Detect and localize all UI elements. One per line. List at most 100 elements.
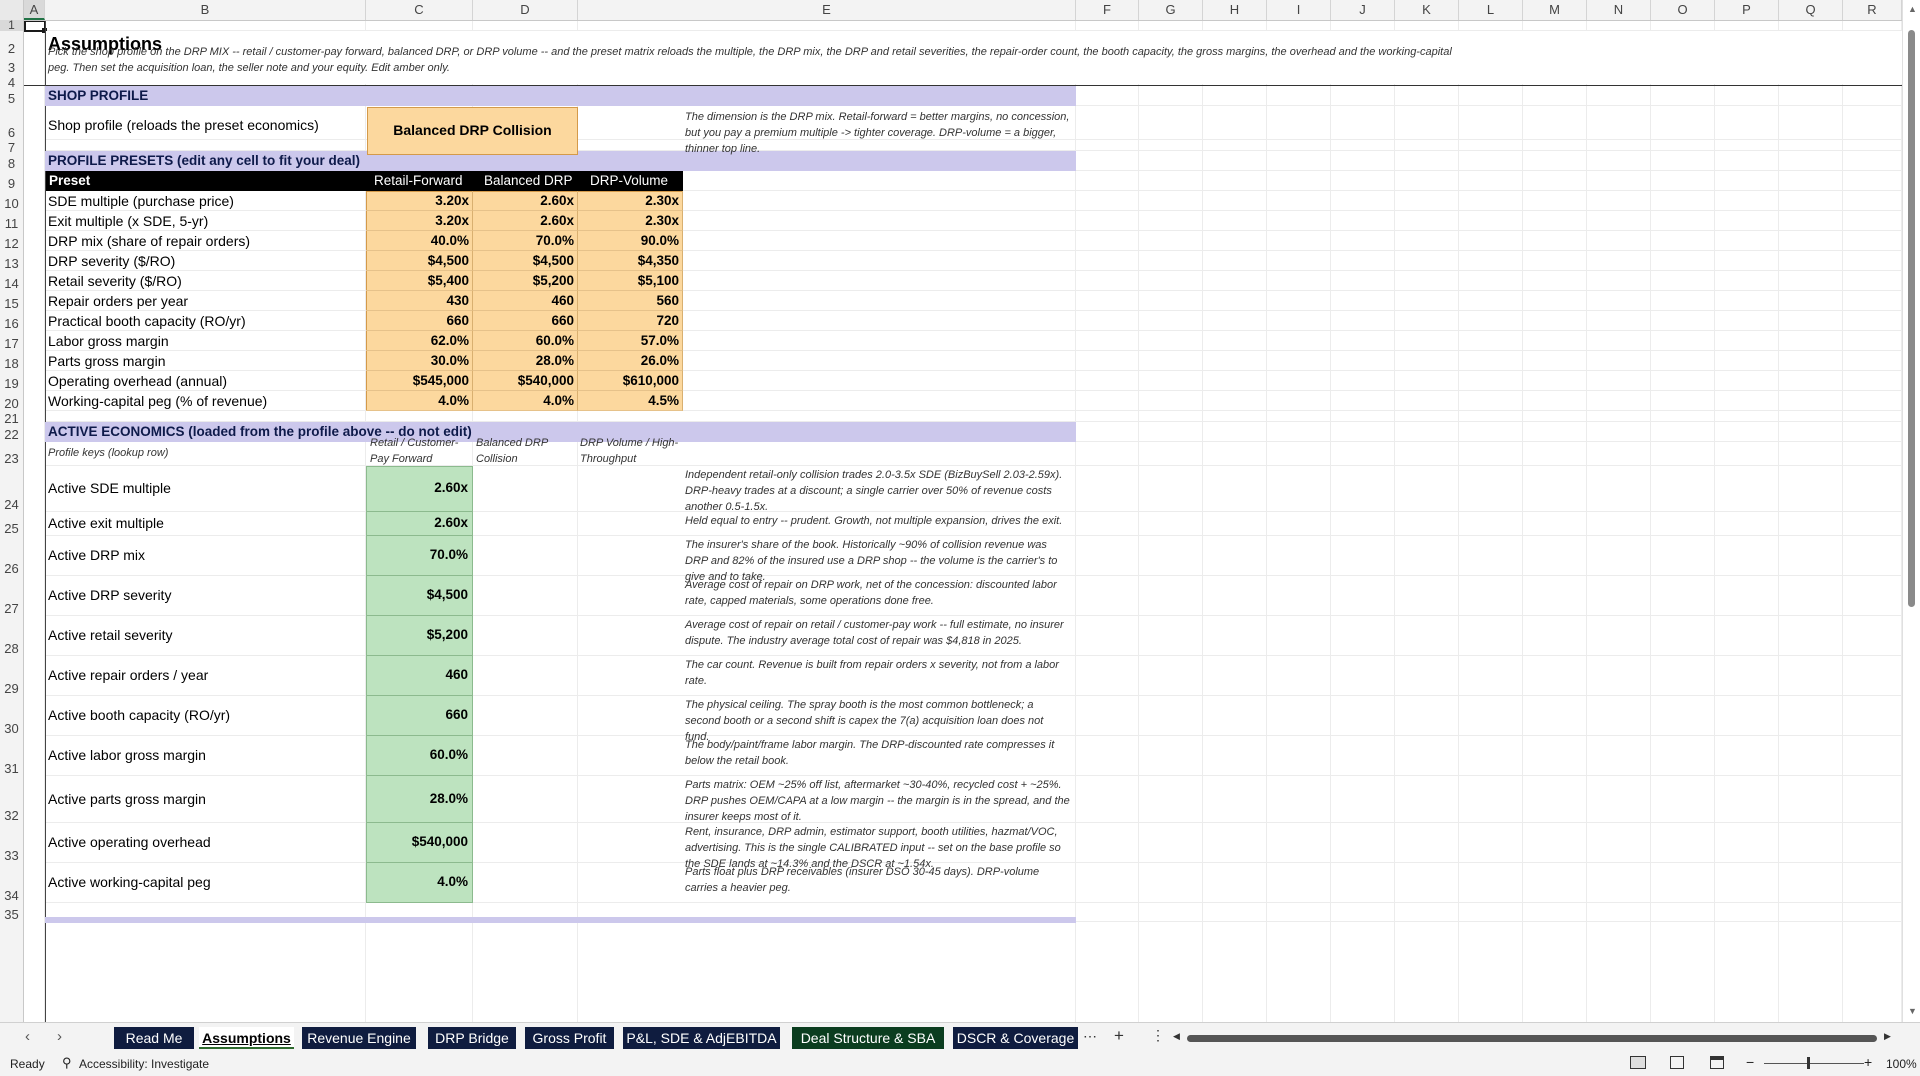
preset-cell[interactable]: 26.0% — [578, 351, 683, 371]
preset-value[interactable]: $540,000 — [518, 373, 574, 388]
preset-value[interactable]: $545,000 — [413, 373, 469, 388]
preset-cell[interactable]: $5,100 — [578, 271, 683, 291]
tab-drp-bridge[interactable]: DRP Bridge — [428, 1027, 516, 1049]
row-header-4[interactable]: 4 — [0, 75, 23, 90]
preset-value[interactable]: 4.5% — [648, 393, 679, 408]
preset-value[interactable]: 460 — [551, 293, 574, 308]
preset-value[interactable]: 60.0% — [536, 333, 574, 348]
more-tabs-icon[interactable]: ⋯ — [1083, 1028, 1097, 1045]
preset-cell[interactable]: 2.60x — [473, 191, 578, 211]
preset-value[interactable]: 40.0% — [431, 233, 469, 248]
row-header-19[interactable]: 19 — [0, 376, 23, 391]
column-header-p[interactable]: P — [1715, 0, 1779, 20]
column-header-i[interactable]: I — [1267, 0, 1331, 20]
column-header-r[interactable]: R — [1843, 0, 1902, 20]
preset-value[interactable]: $4,500 — [428, 253, 469, 268]
tab-p-l-sde-adjebitda[interactable]: P&L, SDE & AdjEBITDA — [623, 1027, 780, 1049]
preset-cell[interactable]: 4.0% — [473, 391, 578, 411]
row-header-29[interactable]: 29 — [0, 681, 23, 696]
vertical-scrollbar[interactable]: ▲ ▼ — [1902, 0, 1920, 1022]
preset-value[interactable]: $5,400 — [428, 273, 469, 288]
preset-value[interactable]: $610,000 — [623, 373, 679, 388]
column-header-q[interactable]: Q — [1779, 0, 1843, 20]
column-header-k[interactable]: K — [1395, 0, 1459, 20]
preset-value[interactable]: 560 — [656, 293, 679, 308]
accessibility-status[interactable]: Accessibility: Investigate — [79, 1057, 209, 1071]
column-header-h[interactable]: H — [1203, 0, 1267, 20]
preset-value[interactable]: 90.0% — [641, 233, 679, 248]
preset-value[interactable]: 2.60x — [540, 193, 574, 208]
preset-cell[interactable]: 430 — [366, 291, 473, 311]
column-header-d[interactable]: D — [473, 0, 578, 20]
preset-cell[interactable]: 30.0% — [366, 351, 473, 371]
hscroll-right-icon[interactable]: ▶ — [1884, 1031, 1891, 1042]
preset-value[interactable]: 26.0% — [641, 353, 679, 368]
preset-cell[interactable]: $4,350 — [578, 251, 683, 271]
tab-scroll-right-icon[interactable]: › — [57, 1028, 62, 1045]
preset-cell[interactable]: 4.0% — [366, 391, 473, 411]
tab-read-me[interactable]: Read Me — [114, 1027, 194, 1049]
preset-value[interactable]: 2.30x — [645, 193, 679, 208]
scroll-up-icon[interactable]: ▲ — [1908, 4, 1917, 14]
preset-value[interactable]: 57.0% — [641, 333, 679, 348]
row-header-30[interactable]: 30 — [0, 721, 23, 736]
column-header-n[interactable]: N — [1587, 0, 1651, 20]
preset-cell[interactable]: 3.20x — [366, 191, 473, 211]
preset-cell[interactable]: 2.30x — [578, 211, 683, 231]
row-header-12[interactable]: 12 — [0, 236, 23, 251]
tab-assumptions[interactable]: Assumptions — [199, 1027, 294, 1049]
preset-value[interactable]: 660 — [446, 313, 469, 328]
row-header-3[interactable]: 3 — [0, 60, 23, 75]
row-header-10[interactable]: 10 — [0, 196, 23, 211]
shop-profile-selector[interactable]: Balanced DRP Collision — [367, 107, 578, 155]
preset-cell[interactable]: $540,000 — [473, 371, 578, 391]
preset-cell[interactable]: 28.0% — [473, 351, 578, 371]
preset-value[interactable]: 30.0% — [431, 353, 469, 368]
column-header-m[interactable]: M — [1523, 0, 1587, 20]
vertical-scroll-thumb[interactable] — [1908, 30, 1915, 607]
row-header-13[interactable]: 13 — [0, 256, 23, 271]
preset-value[interactable]: $4,500 — [533, 253, 574, 268]
preset-cell[interactable]: 4.5% — [578, 391, 683, 411]
page-break-view-icon[interactable] — [1710, 1056, 1724, 1069]
preset-cell[interactable]: 660 — [366, 311, 473, 331]
column-header-b[interactable]: B — [45, 0, 366, 20]
preset-value[interactable]: 660 — [551, 313, 574, 328]
row-header-1[interactable]: 1 — [0, 20, 23, 31]
preset-value[interactable]: 70.0% — [536, 233, 574, 248]
row-header-7[interactable]: 7 — [0, 140, 23, 155]
preset-value[interactable]: 2.60x — [540, 213, 574, 228]
row-header-23[interactable]: 23 — [0, 451, 23, 466]
zoom-slider[interactable] — [1764, 1063, 1864, 1064]
hscroll-left-icon[interactable]: ◀ — [1173, 1031, 1180, 1042]
row-header-24[interactable]: 24 — [0, 497, 23, 512]
column-header-l[interactable]: L — [1459, 0, 1523, 20]
tab-dscr-coverage[interactable]: DSCR & Coverage — [953, 1027, 1078, 1049]
row-header-20[interactable]: 20 — [0, 396, 23, 411]
tab-scroll-left-icon[interactable]: ‹ — [25, 1028, 30, 1045]
row-header-15[interactable]: 15 — [0, 296, 23, 311]
tab-gross-profit[interactable]: Gross Profit — [525, 1027, 614, 1049]
add-sheet-icon[interactable]: + — [1114, 1026, 1124, 1046]
row-header-22[interactable]: 22 — [0, 427, 23, 442]
preset-value[interactable]: 4.0% — [543, 393, 574, 408]
row-header-18[interactable]: 18 — [0, 356, 23, 371]
preset-cell[interactable]: 460 — [473, 291, 578, 311]
preset-cell[interactable]: 2.60x — [473, 211, 578, 231]
row-header-17[interactable]: 17 — [0, 336, 23, 351]
preset-cell[interactable]: 2.30x — [578, 191, 683, 211]
preset-value[interactable]: 4.0% — [438, 393, 469, 408]
row-header-9[interactable]: 9 — [0, 176, 23, 191]
row-header-14[interactable]: 14 — [0, 276, 23, 291]
column-header-a[interactable]: A — [24, 0, 45, 20]
row-header-33[interactable]: 33 — [0, 848, 23, 863]
zoom-in-icon[interactable]: + — [1864, 1054, 1872, 1070]
select-all-corner[interactable] — [0, 0, 24, 20]
preset-cell[interactable]: 70.0% — [473, 231, 578, 251]
scroll-down-icon[interactable]: ▼ — [1908, 1006, 1917, 1016]
zoom-level[interactable]: 100% — [1886, 1057, 1917, 1071]
zoom-out-icon[interactable]: − — [1746, 1054, 1754, 1070]
row-header-21[interactable]: 21 — [0, 411, 23, 426]
row-header-2[interactable]: 2 — [0, 41, 23, 56]
row-header-6[interactable]: 6 — [0, 125, 23, 140]
